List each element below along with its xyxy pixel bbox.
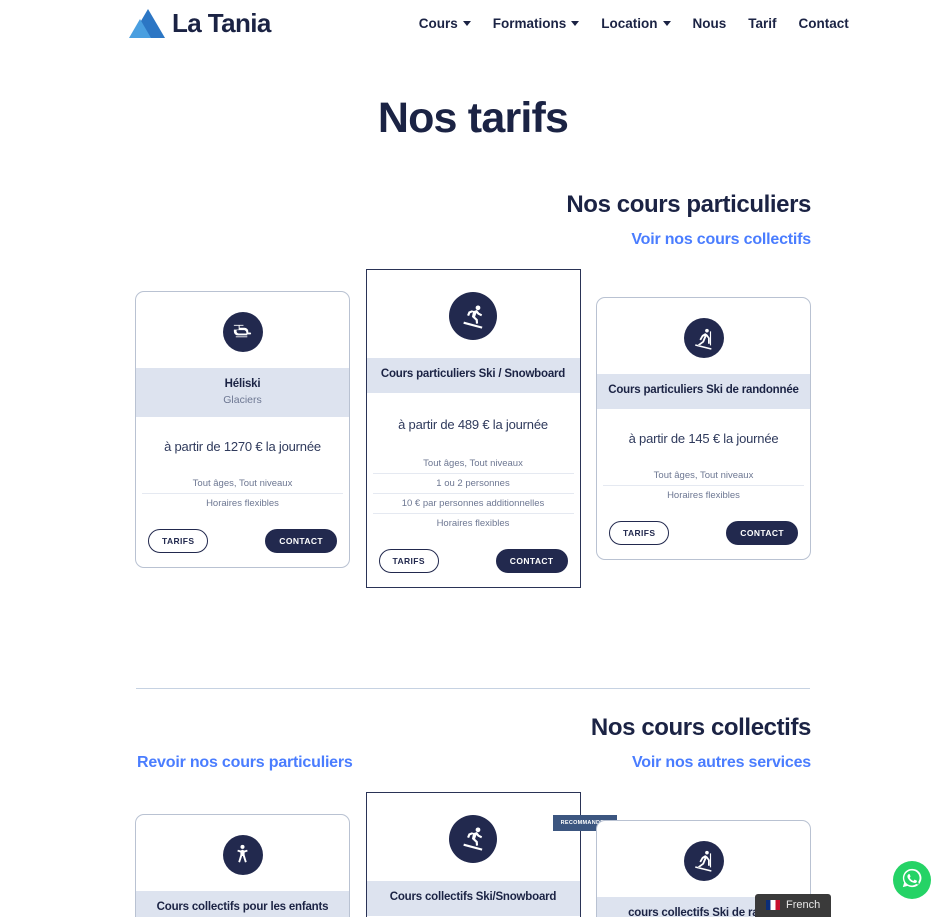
chevron-down-icon	[571, 20, 580, 26]
card-icon-area	[367, 270, 580, 358]
main-navigation: Cours Formations Location Nous Tarif Con…	[419, 16, 849, 31]
page-title: Nos tarifs	[377, 94, 569, 142]
section2-cards: Cours collectifs pour les enfants Ski / …	[135, 791, 811, 917]
nav-item-location[interactable]: Location	[601, 15, 671, 31]
card-actions: TARIFS CONTACT	[136, 513, 349, 567]
whatsapp-button[interactable]	[893, 861, 931, 899]
section1-title: Nos cours particuliers	[566, 191, 811, 218]
link-voir-autres-services[interactable]: Voir nos autres services	[632, 754, 811, 772]
card-subtitle: Glaciers	[223, 393, 262, 406]
chevron-down-icon	[462, 20, 471, 26]
card-price: à partir de 145 € la journée	[628, 430, 779, 446]
french-flag-icon	[766, 900, 780, 910]
chevron-down-icon	[662, 20, 671, 26]
card-icon-area	[136, 292, 349, 368]
section-cours-particuliers: ❄ Nos cours particuliers Voir nos cours …	[0, 191, 946, 588]
card-title: Cours collectifs pour les enfants	[156, 900, 329, 913]
nav-item-cours[interactable]: Cours	[419, 16, 471, 31]
card-feature-list: Tout âges, Tout niveaux Horaires flexibl…	[136, 474, 349, 513]
card-title-band: Cours collectifs Ski/Snowboard	[366, 880, 580, 916]
card-price: à partir de 489 € la journée	[398, 416, 548, 432]
card-price: à partir de 1270 € la journée	[164, 438, 321, 454]
feature-row: Horaires flexibles	[372, 512, 574, 533]
section-divider	[136, 687, 810, 689]
nav-item-nous[interactable]: Nous	[693, 16, 727, 31]
link-voir-cours-collectifs[interactable]: Voir nos cours collectifs	[631, 231, 811, 249]
card-title: Cours particuliers Ski / Snowboard	[380, 368, 566, 380]
nav-label: Formations	[492, 15, 567, 31]
card-actions: TARIFS CONTACT	[367, 533, 580, 587]
pricing-card-ski-snowboard[interactable]: Cours particuliers Ski / Snowboard à par…	[365, 269, 581, 588]
language-label: French	[786, 899, 821, 911]
nav-label: Cours	[418, 15, 458, 31]
skier-icon	[449, 814, 497, 863]
card-actions: TARIFS CONTACT	[597, 505, 810, 559]
feature-row: Tout âges, Tout niveaux	[653, 469, 754, 481]
tarifs-button[interactable]: TARIFS	[148, 528, 209, 553]
language-selector[interactable]: French	[755, 894, 832, 917]
contact-button[interactable]: CONTACT	[265, 528, 337, 553]
feature-row: Horaires flexibles	[142, 492, 343, 513]
whatsapp-icon	[901, 867, 923, 894]
card-title: Cours collectifs Ski/Snowboard	[389, 890, 557, 903]
helicopter-icon	[222, 312, 263, 352]
feature-row: Tout âges, Tout niveaux	[423, 457, 523, 469]
pricing-card-enfants[interactable]: Cours collectifs pour les enfants Ski / …	[135, 813, 350, 917]
card-feature-list: Tout âges, Tout niveaux 1 ou 2 personnes…	[367, 454, 580, 533]
logo-text: La Tania	[172, 7, 271, 38]
card-icon-area	[136, 815, 349, 891]
section-cours-collectifs: ❄ Nos cours collectifs Revoir nos cours …	[0, 687, 946, 917]
contact-button[interactable]: CONTACT	[726, 520, 798, 545]
feature-row: Tout âges, Tout niveaux	[192, 477, 293, 489]
nav-item-tarif[interactable]: Tarif	[748, 16, 776, 31]
nav-item-formations[interactable]: Formations	[493, 16, 580, 31]
nav-label: Location	[601, 15, 658, 31]
card-title: Cours particuliers Ski de randonnée	[608, 384, 799, 396]
section2-title: Nos cours collectifs	[590, 713, 811, 741]
card-feature-list: Tout âges, Tout niveaux Horaires flexibl…	[597, 466, 810, 505]
section2-links: Revoir nos cours particuliers Voir nos a…	[137, 754, 811, 772]
card-icon-area	[367, 793, 580, 881]
card-title-band: Héliski Glaciers	[136, 368, 349, 417]
card-title-band: Cours collectifs pour les enfants Ski / …	[136, 890, 349, 917]
pricing-card-heliski[interactable]: Héliski Glaciers à partir de 1270 € la j…	[135, 291, 350, 568]
card-title-band: Cours particuliers Ski de randonnée	[597, 374, 810, 409]
feature-row: 1 ou 2 personnes	[372, 472, 574, 493]
ski-touring-icon	[683, 840, 724, 881]
skier-icon	[449, 292, 497, 340]
card-icon-area	[597, 821, 810, 897]
section1-links: Voir nos cours collectifs	[137, 231, 811, 249]
mountain-logo-icon	[129, 7, 167, 39]
tarifs-button[interactable]: TARIFS	[609, 520, 670, 545]
section1-header: Nos cours particuliers Voir nos cours co…	[135, 191, 811, 249]
pricing-card-collectifs-ski-snowboard[interactable]: RECOMMANDER Cours collectifs Ski/Snowboa…	[365, 791, 617, 917]
section2-header: Nos cours collectifs Revoir nos cours pa…	[135, 714, 811, 772]
pricing-card-ski-randonnee[interactable]: Cours particuliers Ski de randonnée à pa…	[596, 297, 811, 560]
feature-row: Horaires flexibles	[603, 484, 804, 505]
child-icon	[222, 834, 263, 875]
site-header: La Tania Cours Formations Location Nous …	[0, 0, 946, 46]
card-title-band: Cours particuliers Ski / Snowboard	[366, 358, 580, 393]
link-revoir-cours-particuliers[interactable]: Revoir nos cours particuliers	[137, 754, 353, 772]
section1-cards: Héliski Glaciers à partir de 1270 € la j…	[135, 269, 811, 588]
contact-button[interactable]: CONTACT	[495, 548, 568, 573]
card-icon-area	[597, 298, 810, 374]
card-title: Héliski	[224, 378, 261, 390]
tarifs-button[interactable]: TARIFS	[378, 548, 439, 573]
site-logo[interactable]: La Tania	[129, 7, 271, 39]
ski-touring-icon	[683, 318, 724, 358]
nav-item-contact[interactable]: Contact	[799, 16, 849, 31]
feature-row: 10 € par personnes additionnelles	[372, 492, 574, 513]
